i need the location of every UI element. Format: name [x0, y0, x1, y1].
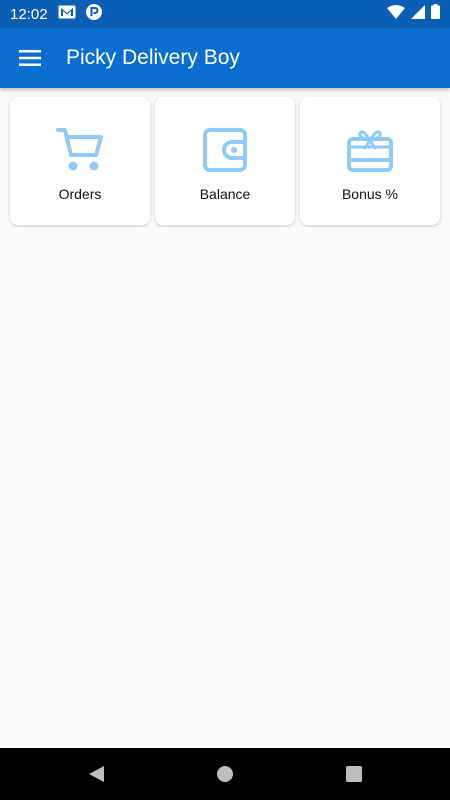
shopping-cart-icon — [56, 127, 104, 178]
signal-icon — [411, 4, 425, 24]
status-bar: 12:02 — [0, 0, 450, 28]
status-time: 12:02 — [10, 5, 48, 23]
app-title: Picky Delivery Boy — [66, 46, 240, 69]
recents-icon[interactable] — [342, 762, 366, 786]
status-left: 12:02 — [10, 3, 102, 25]
gmail-icon — [58, 5, 76, 24]
orders-card[interactable]: Orders — [10, 97, 150, 225]
gift-card-icon — [346, 127, 394, 178]
orders-label: Orders — [58, 186, 102, 202]
hamburger-menu-icon[interactable] — [0, 28, 60, 88]
navigation-bar — [0, 748, 450, 800]
home-icon[interactable] — [213, 762, 237, 786]
app-bar: Picky Delivery Boy — [0, 28, 450, 88]
wallet-icon — [202, 127, 248, 178]
balance-card[interactable]: Balance — [155, 97, 295, 225]
back-icon[interactable] — [84, 762, 108, 786]
balance-label: Balance — [199, 186, 251, 202]
bonus-label: Bonus % — [341, 186, 399, 202]
bonus-card[interactable]: Bonus % — [300, 97, 440, 225]
battery-icon — [431, 4, 440, 24]
dashboard-cards: Orders Balance Bonus % — [10, 97, 440, 225]
status-right — [387, 4, 440, 24]
app-notification-icon — [85, 3, 102, 25]
wifi-icon — [387, 4, 405, 24]
